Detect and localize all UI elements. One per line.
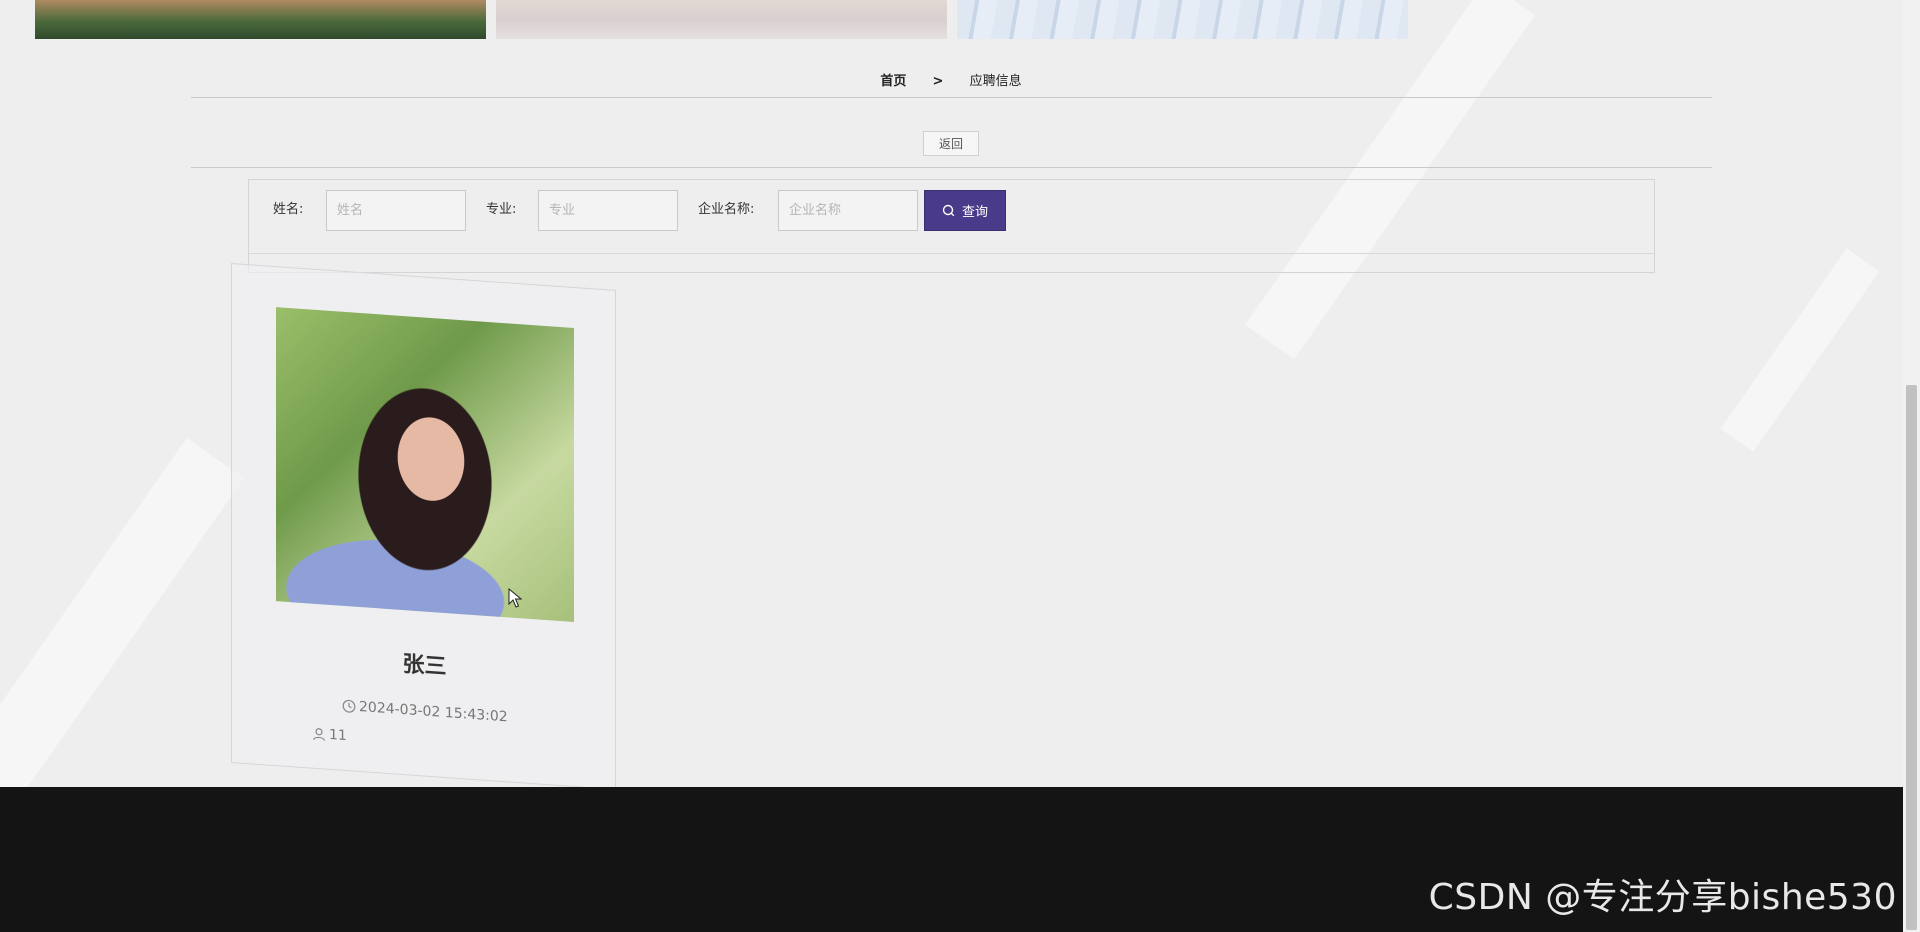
watermark: CSDN @专注分享bishe530 bbox=[1428, 877, 1897, 918]
applicant-date: 2024-03-02 15:43:02 bbox=[342, 698, 508, 726]
divider bbox=[191, 97, 1712, 98]
scrollbar[interactable] bbox=[1903, 0, 1920, 932]
company-input[interactable] bbox=[778, 190, 918, 231]
query-button[interactable]: 查询 bbox=[924, 190, 1006, 231]
banner-image[interactable] bbox=[35, 0, 486, 39]
divider bbox=[191, 167, 1712, 168]
applicant-photo[interactable] bbox=[276, 307, 574, 622]
page: 首页 > 应聘信息 返回 姓名: 专业: 企业名称: 查询 张三 2024 bbox=[0, 0, 1920, 932]
background-streak bbox=[0, 437, 245, 823]
company-label: 企业名称: bbox=[698, 202, 755, 217]
breadcrumb: 首页 > 应聘信息 bbox=[0, 70, 1902, 89]
major-input[interactable] bbox=[538, 190, 678, 231]
banner-image[interactable] bbox=[496, 0, 947, 39]
applicant-name[interactable]: 张三 bbox=[232, 634, 617, 693]
back-button[interactable]: 返回 bbox=[923, 131, 979, 156]
divider bbox=[249, 253, 1654, 254]
applicant-count: 11 bbox=[312, 726, 347, 744]
footer: CSDN @专注分享bishe530 bbox=[0, 787, 1903, 932]
user-icon bbox=[313, 728, 325, 741]
date-text: 2024-03-02 15:43:02 bbox=[359, 698, 508, 726]
search-panel: 姓名: 专业: 企业名称: 查询 bbox=[248, 179, 1655, 273]
search-icon bbox=[942, 204, 955, 217]
background-streak bbox=[1720, 248, 1880, 452]
breadcrumb-separator: > bbox=[932, 74, 944, 89]
scrollbar-thumb[interactable] bbox=[1906, 385, 1917, 930]
breadcrumb-home[interactable]: 首页 bbox=[880, 70, 906, 89]
applicant-card[interactable]: 张三 2024-03-02 15:43:02 11 bbox=[231, 263, 616, 790]
name-input[interactable] bbox=[326, 190, 466, 231]
major-label: 专业: bbox=[486, 202, 517, 217]
count-text: 11 bbox=[329, 726, 347, 745]
name-label: 姓名: bbox=[273, 202, 304, 217]
banner-strip bbox=[35, 0, 1408, 39]
query-button-label: 查询 bbox=[961, 205, 988, 220]
clock-icon bbox=[342, 699, 356, 713]
breadcrumb-current: 应聘信息 bbox=[969, 74, 1022, 89]
banner-image[interactable] bbox=[957, 0, 1408, 39]
mouse-cursor-icon bbox=[508, 588, 522, 608]
